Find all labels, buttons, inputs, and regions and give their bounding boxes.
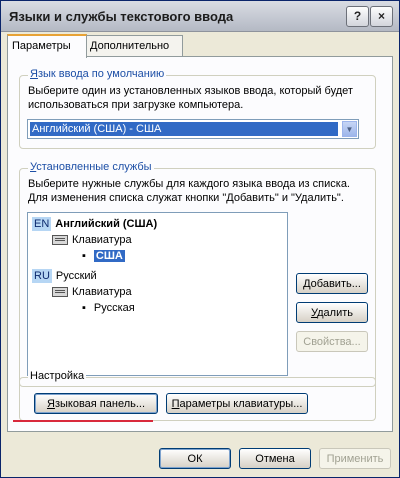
tree-language-en[interactable]: EN Английский (США) [32, 217, 157, 231]
default-language-select[interactable]: Английский (США) - США ▼ [27, 119, 359, 139]
annotation-underline [13, 420, 153, 422]
tree-layout-en[interactable]: ▪ США [82, 249, 125, 263]
default-language-description-1: Выберите один из установленных языков вв… [28, 85, 353, 97]
dialog-window: Языки и службы текстового ввода ? × Пара… [0, 0, 400, 478]
bullet-icon: ▪ [82, 302, 86, 314]
installed-services-group-label: Установленные службы [28, 161, 154, 173]
add-button[interactable]: Добавить... [296, 273, 368, 294]
help-button[interactable]: ? [346, 6, 369, 27]
installed-services-description-1: Выберите нужные службы для каждого языка… [28, 178, 350, 190]
bullet-icon: ▪ [82, 250, 86, 262]
tree-type-label: Клавиатура [72, 234, 132, 246]
keyboard-icon [52, 287, 68, 298]
window-title: Языки и службы текстового ввода [9, 9, 234, 24]
default-language-description-2: использоваться при загрузке компьютера. [28, 99, 244, 111]
installed-services-description-2: Для изменения списка служат кнопки "Доба… [28, 192, 344, 204]
default-language-group: Язык ввода по умолчанию Выберите один из… [19, 68, 376, 149]
properties-button[interactable]: Свойства... [296, 331, 368, 352]
tab-panel: Язык ввода по умолчанию Выберите один из… [7, 56, 393, 432]
tree-keyboard-ru[interactable]: Клавиатура [52, 285, 132, 299]
tree-layout-label: Русская [93, 302, 135, 314]
remove-button[interactable]: Удалить [296, 302, 368, 323]
tab-parameters[interactable]: Параметры [7, 34, 87, 58]
services-tree[interactable]: EN Английский (США) Клавиатура ▪ США RU Рус… [27, 212, 288, 376]
language-tag-ru: RU [32, 269, 52, 283]
tree-language-label: Английский (США) [55, 218, 158, 230]
tree-type-label: Клавиатура [72, 286, 132, 298]
keyboard-icon [52, 235, 68, 246]
settings-group: Настройка Языковая панель... Параметры к… [19, 370, 376, 421]
default-language-selected-value: Английский (США) - США [30, 122, 338, 136]
settings-group-label: Настройка [28, 370, 87, 382]
chevron-down-icon[interactable]: ▼ [342, 121, 357, 137]
tree-layout-ru[interactable]: ▪ Русская [82, 301, 135, 315]
close-button[interactable]: × [370, 6, 393, 27]
ok-button[interactable]: ОК [159, 448, 231, 469]
apply-button[interactable]: Применить [319, 448, 391, 469]
tree-language-label: Русский [55, 270, 97, 282]
tab-advanced[interactable]: Дополнительно [85, 35, 183, 56]
tree-language-ru[interactable]: RU Русский [32, 269, 97, 283]
tree-keyboard-en[interactable]: Клавиатура [52, 233, 132, 247]
tree-layout-label: США [93, 250, 125, 262]
language-bar-button[interactable]: Языковая панель... [34, 393, 158, 414]
title-bar[interactable]: Языки и службы текстового ввода ? × [1, 1, 399, 32]
language-tag-en: EN [32, 217, 52, 231]
default-language-group-label: Язык ввода по умолчанию [28, 68, 167, 80]
key-settings-button[interactable]: Параметры клавиатуры... [166, 393, 308, 414]
cancel-button[interactable]: Отмена [239, 448, 311, 469]
installed-services-group: Установленные службы Выберите нужные слу… [19, 161, 376, 387]
